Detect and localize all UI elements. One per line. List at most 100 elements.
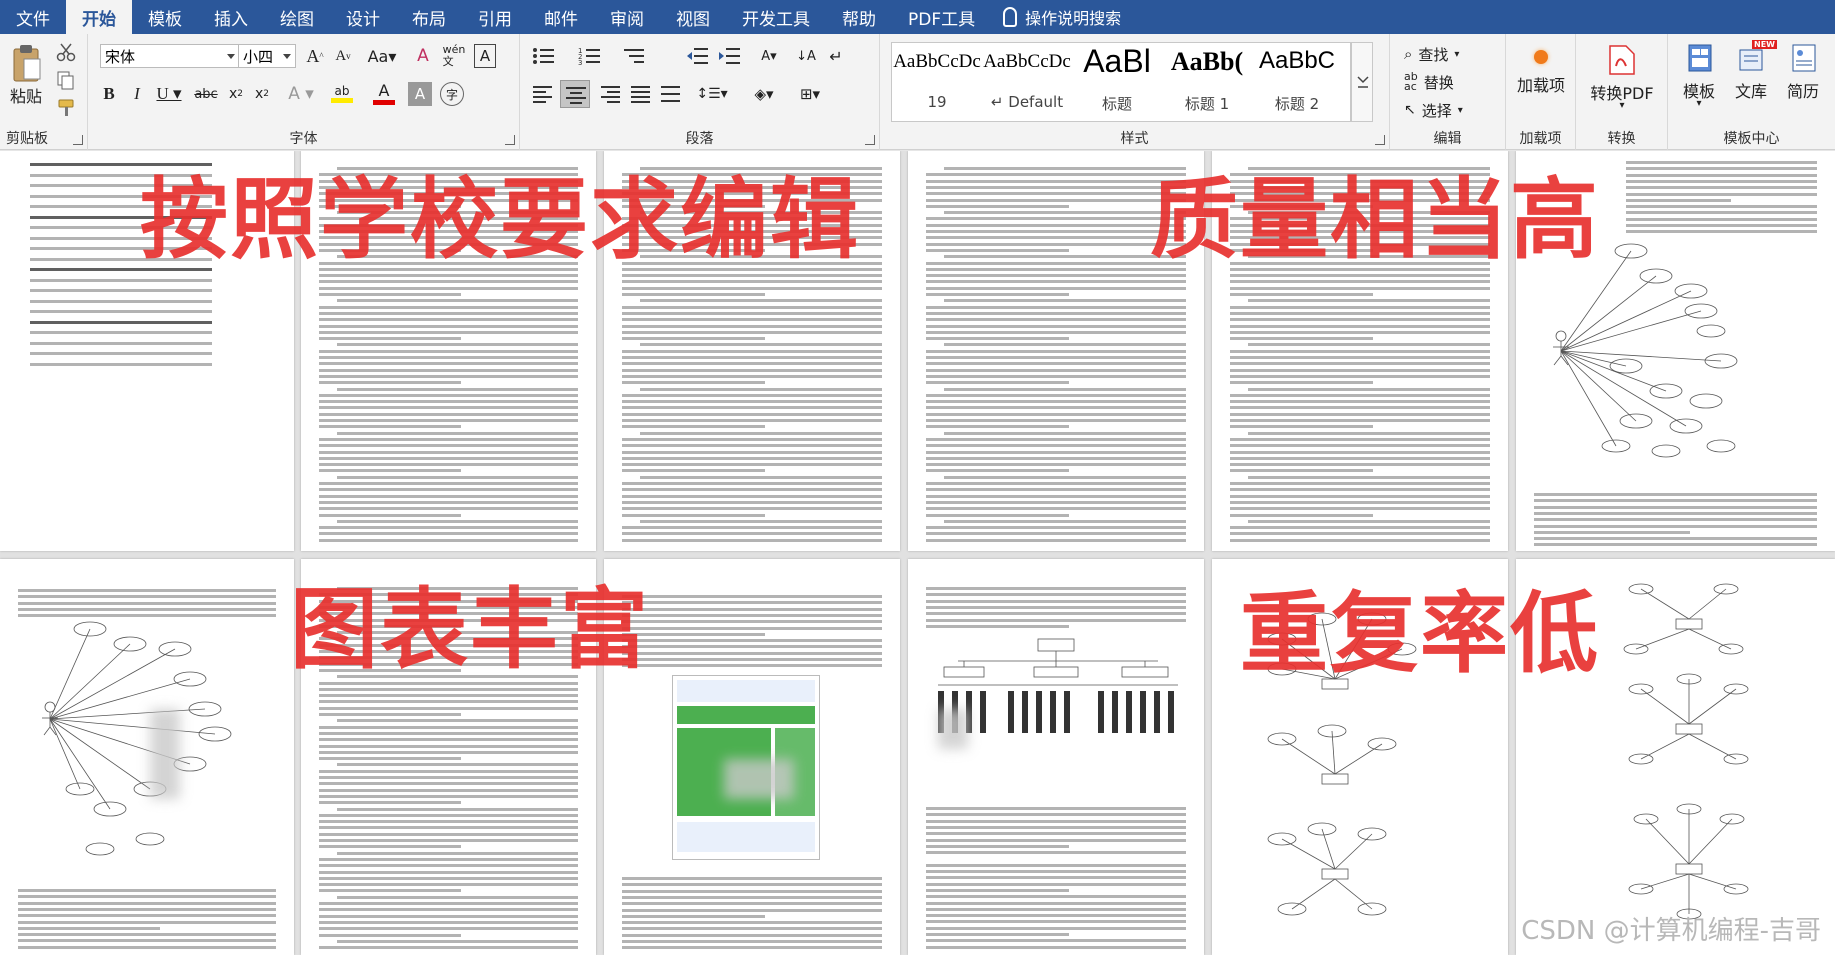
tab-view[interactable]: 视图 [660, 0, 726, 34]
text-line [926, 914, 1186, 918]
tab-templates[interactable]: 模板 [132, 0, 198, 34]
find-button[interactable]: ⌕ 查找 ▾ [1404, 42, 1459, 66]
tab-draw[interactable]: 绘图 [264, 0, 330, 34]
styles-launcher[interactable] [1375, 135, 1385, 145]
document-area[interactable]: 按照学校要求编辑 质量相当高 图表丰富 重复率低 CSDN @计算机编程-吉哥 [0, 151, 1835, 955]
text-line [926, 863, 1186, 867]
tab-help[interactable]: 帮助 [826, 0, 892, 34]
text-line [337, 851, 578, 855]
increase-indent-icon[interactable] [718, 46, 742, 66]
subscript-icon[interactable]: x2 [224, 82, 248, 106]
distributed-icon[interactable] [660, 84, 682, 104]
show-marks-icon[interactable]: ↵ [826, 44, 846, 68]
sort-icon[interactable]: ↓A [796, 44, 816, 68]
tab-mailings[interactable]: 邮件 [528, 0, 594, 34]
text-line [18, 607, 276, 611]
paragraph-launcher[interactable] [865, 135, 875, 145]
decrease-indent-icon[interactable] [686, 46, 710, 66]
text-line [622, 877, 882, 880]
styles-gallery-more[interactable] [1351, 42, 1373, 122]
replace-button[interactable]: ab ac 替换 [1404, 70, 1454, 94]
chinese-layout-icon[interactable]: A▾ [752, 44, 786, 68]
text-line [622, 280, 882, 284]
text-line [1230, 349, 1490, 353]
grow-font-icon[interactable]: A ^ [304, 44, 326, 68]
clipboard-launcher[interactable] [73, 135, 83, 145]
text-effects-icon[interactable]: A ▾ [284, 82, 318, 106]
tab-insert[interactable]: 插入 [198, 0, 264, 34]
text-line [319, 744, 578, 748]
style-title[interactable]: AaBl 标题 [1072, 43, 1162, 121]
text-line [319, 889, 462, 893]
text-line [319, 769, 578, 773]
tell-me-search[interactable]: 操作说明搜索 [991, 0, 1121, 34]
svg-text:3: 3 [578, 59, 582, 67]
cut-icon[interactable] [56, 42, 76, 62]
text-line [337, 387, 578, 391]
strikethrough-icon[interactable]: abc [192, 82, 220, 106]
tab-developer[interactable]: 开发工具 [726, 0, 826, 34]
text-line [622, 946, 882, 950]
text-line [319, 820, 578, 824]
style-19[interactable]: AaBbCcDc 19 [892, 43, 982, 121]
page-function-diagram[interactable] [908, 559, 1204, 955]
text-line [622, 526, 882, 530]
underline-icon[interactable]: U ▾ [152, 82, 186, 106]
text-line [926, 450, 1186, 454]
text-line [926, 813, 1186, 817]
tab-design[interactable]: 设计 [330, 0, 396, 34]
shrink-font-icon[interactable]: Av [332, 44, 354, 68]
align-center-button[interactable] [560, 80, 590, 108]
align-right-icon[interactable] [600, 84, 622, 104]
style-heading-1[interactable]: AaBb( 标题 1 [1162, 43, 1252, 121]
text-line [1230, 513, 1373, 517]
template-button[interactable]: 模板 ▾ [1674, 40, 1724, 120]
enclose-character-icon[interactable]: 字 [440, 82, 464, 106]
italic-icon[interactable]: I [126, 82, 148, 106]
borders-icon[interactable]: ⊞▾ [790, 82, 830, 106]
select-button[interactable]: ↖ 选择 ▾ [1404, 98, 1463, 122]
text-line [622, 412, 882, 416]
style-default[interactable]: AaBbCcDc ↵ Default [982, 43, 1072, 121]
resume-button[interactable]: 简历 [1778, 40, 1828, 120]
page-use-case[interactable] [0, 559, 294, 955]
superscript-icon[interactable]: x2 [250, 82, 274, 106]
style-heading-2[interactable]: AaBbC 标题 2 [1252, 43, 1342, 121]
change-case-icon[interactable]: Aa▾ [364, 44, 400, 68]
arch-layer [677, 706, 815, 724]
tab-pdf-tools[interactable]: PDF工具 [892, 0, 991, 34]
font-launcher[interactable] [505, 135, 515, 145]
highlight-icon[interactable]: ab [324, 78, 360, 108]
tab-references[interactable]: 引用 [462, 0, 528, 34]
font-family-select[interactable]: 宋体 [100, 44, 240, 68]
character-border-icon[interactable]: A [474, 44, 496, 68]
font-color-icon[interactable]: A [366, 78, 402, 108]
convert-pdf-button[interactable]: 转换PDF ▾ [1576, 40, 1668, 130]
clear-formatting-icon[interactable]: A [410, 44, 436, 68]
character-shading-icon[interactable]: A [408, 82, 432, 106]
line-spacing-icon[interactable]: ↕☰▾ [692, 82, 732, 106]
tab-file[interactable]: 文件 [0, 0, 66, 34]
paste-button[interactable]: 粘贴 [6, 40, 46, 110]
text-line [926, 488, 1186, 492]
tab-review[interactable]: 审阅 [594, 0, 660, 34]
tab-layout[interactable]: 布局 [396, 0, 462, 34]
multilevel-list-icon[interactable] [622, 46, 652, 66]
shading-icon[interactable]: ◈▾ [744, 82, 784, 106]
copy-icon[interactable] [56, 70, 76, 90]
library-button[interactable]: NEW 文库 [1726, 40, 1777, 120]
bullets-icon[interactable] [532, 46, 562, 66]
text-line [622, 286, 882, 290]
phonetic-guide-icon[interactable]: wén 文 [440, 42, 468, 70]
font-size-select[interactable]: 小四 [238, 44, 296, 68]
addins-button[interactable]: 加载项 [1506, 40, 1576, 130]
text-line [926, 242, 1186, 246]
text-line [926, 888, 1069, 892]
bold-icon[interactable]: B [98, 82, 120, 106]
tab-home[interactable]: 开始 [66, 0, 132, 34]
text-line [1230, 482, 1490, 485]
align-left-icon[interactable] [532, 84, 554, 104]
justify-icon[interactable] [630, 84, 652, 104]
numbering-icon[interactable]: 1 2 3 [578, 46, 608, 67]
format-painter-icon[interactable] [56, 98, 76, 118]
